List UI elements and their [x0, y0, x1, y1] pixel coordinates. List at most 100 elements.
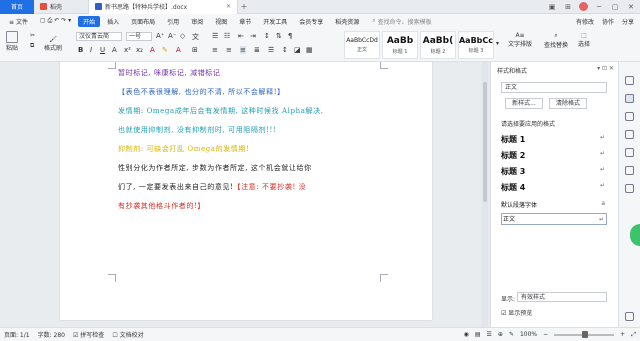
sidebar-transfer-icon[interactable] [625, 166, 634, 175]
document-page[interactable]: 暂时标记, 咪康标记, 减错标记 【表色不表很理解, 也分的不清, 所以不会解释… [60, 62, 432, 320]
collaborate-button[interactable]: 协作 [602, 17, 614, 26]
style-item-heading-4[interactable]: 标题 4 ↵ [501, 182, 607, 193]
style-item-body[interactable]: 正文 ↵ [501, 213, 607, 225]
tab-docer[interactable]: 稻壳 [34, 0, 88, 14]
word-count[interactable]: 字数: 280 [38, 330, 65, 339]
panel-controls[interactable]: ▾ ⊡ ✕ [597, 65, 614, 72]
minimize-icon[interactable]: ─ [594, 3, 604, 11]
font-color-icon[interactable]: A [150, 46, 155, 54]
outline-view-icon[interactable]: ☰ [487, 331, 492, 338]
sidebar-location-icon[interactable] [625, 184, 634, 193]
tab-document[interactable]: 新书思路【特种兵学校】.docx ✕ [88, 0, 238, 14]
menu-item-insert[interactable]: 插入 [102, 16, 124, 27]
style-heading-3[interactable]: AaBbCc 标题 3 [458, 31, 494, 59]
sidebar-tool-1-icon[interactable] [625, 76, 634, 85]
style-item-heading-1[interactable]: 标题 1 ↵ [501, 134, 607, 145]
avatar[interactable] [579, 2, 588, 11]
zoom-in-icon[interactable]: + [620, 331, 625, 338]
grow-font-icon[interactable]: A⁺ [156, 32, 164, 40]
eye-icon[interactable]: ◉ [464, 331, 469, 338]
distribute-icon[interactable]: ☰ [268, 46, 274, 54]
doc-proof[interactable]: ☐ 文档校对 [112, 330, 143, 339]
pinyin-icon[interactable]: 文 [192, 32, 199, 42]
style-item-heading-3[interactable]: 标题 3 ↵ [501, 166, 607, 177]
menu-item-devtools[interactable]: 开发工具 [258, 16, 292, 27]
tab-home[interactable]: 首页 [0, 0, 34, 14]
select-button[interactable]: ⬚ 选择 [578, 32, 590, 48]
sidebar-properties-icon[interactable] [625, 130, 634, 139]
page-view-icon[interactable]: ▤ [475, 331, 481, 338]
menu-item-start[interactable]: 开始 [78, 15, 101, 27]
menu-item-review[interactable]: 审阅 [186, 16, 208, 27]
sidebar-style-icon[interactable] [625, 94, 634, 103]
sidebar-shapes-icon[interactable] [625, 148, 634, 157]
align-right-icon[interactable]: ≡ [240, 46, 246, 54]
menu-item-member[interactable]: 会员专享 [294, 16, 328, 27]
align-left-icon[interactable]: ≡ [212, 46, 218, 54]
find-replace-button[interactable]: ⌕ 查找替换 [544, 32, 568, 49]
outdent-icon[interactable]: ⇤ [238, 32, 244, 40]
menu-file[interactable]: ≡ 文件 [4, 16, 33, 27]
menu-item-view[interactable]: 视图 [210, 16, 232, 27]
style-normal[interactable]: AaBbCcDd 正文 [344, 31, 380, 59]
borders-icon[interactable]: ▦ [306, 46, 313, 54]
underline-icon[interactable]: U [100, 46, 105, 54]
copy-button[interactable]: ⧉ [30, 42, 34, 50]
sidebar-settings-icon[interactable] [625, 312, 634, 321]
cut-button[interactable]: ✂ [30, 32, 35, 39]
font-size-select[interactable]: 一号 [126, 32, 152, 41]
menu-item-reference[interactable]: 引用 [162, 16, 184, 27]
text-layout-button[interactable]: A≡ 文字排版 [508, 32, 532, 48]
border-icon[interactable]: ⊞ [192, 46, 198, 54]
preview-checkbox[interactable]: ☑ 显示预览 [501, 308, 532, 317]
justify-icon[interactable]: ≣ [254, 46, 260, 54]
style-item-heading-2[interactable]: 标题 2 ↵ [501, 150, 607, 161]
modified-status[interactable]: 有修改 [576, 17, 594, 26]
bold-icon[interactable]: B [78, 46, 83, 54]
spell-check[interactable]: ☑ 拼写检查 [73, 330, 104, 339]
read-view-icon[interactable]: ✎ [509, 331, 514, 338]
font-family-select[interactable]: 汉仪青云简 [76, 32, 122, 41]
window-close-icon[interactable]: ✕ [626, 3, 636, 11]
zoom-slider[interactable] [554, 330, 615, 338]
format-painter-button[interactable]: 🖌 格式刷 [44, 36, 62, 52]
share-button[interactable]: 分享 [622, 17, 634, 26]
bullet-list-icon[interactable]: ☰ [212, 32, 218, 40]
align-center-icon[interactable]: ≡ [226, 46, 232, 54]
current-style-field[interactable]: 正文 [501, 82, 607, 93]
show-select[interactable]: 有效样式 [517, 292, 607, 302]
grid-icon[interactable]: ⊞ [563, 3, 573, 11]
command-search[interactable]: ⌕ 查找命令、搜索模板 [372, 17, 431, 26]
subscript-icon[interactable]: x₂ [136, 46, 143, 54]
indent-icon[interactable]: ⇥ [250, 32, 256, 40]
highlight-icon[interactable]: ✎ [162, 46, 168, 54]
web-view-icon[interactable]: ⊕ [498, 331, 503, 338]
doc-scroll-thumb[interactable] [483, 82, 487, 202]
show-marks-icon[interactable]: ¶ [288, 32, 292, 40]
zoom-level[interactable]: 100% [520, 331, 537, 338]
zoom-slider-knob[interactable] [582, 330, 589, 338]
menu-item-docer[interactable]: 稻壳资源 [330, 16, 364, 27]
line-spacing-icon[interactable]: ↕ [282, 46, 288, 54]
clear-format-button[interactable]: 清除格式 [549, 98, 587, 109]
maximize-icon[interactable]: ▢ [610, 3, 620, 11]
sort-icon[interactable]: ⇅ [276, 32, 282, 40]
style-heading-1[interactable]: AaBb 标题 1 [382, 31, 418, 59]
styles-more-icon[interactable]: ▾ [496, 40, 499, 47]
text-effect-icon[interactable]: A [176, 46, 181, 54]
italic-icon[interactable]: I [90, 46, 92, 54]
quick-access-icons[interactable]: ▢ ⎙ ↶ ↷ ▾ [35, 16, 76, 26]
style-heading-2[interactable]: AaBb( 标题 2 [420, 31, 456, 59]
new-style-button[interactable]: 新样式... [505, 98, 543, 109]
layout-icon[interactable]: ▣ [547, 3, 557, 11]
sidebar-select-icon[interactable] [625, 112, 634, 121]
numbered-list-icon[interactable]: ☷ [224, 32, 230, 40]
zoom-out-icon[interactable]: − [543, 331, 548, 338]
strike-icon[interactable]: A [112, 46, 117, 54]
fit-window-icon[interactable]: ⤢ [631, 331, 636, 339]
close-icon[interactable]: ✕ [226, 3, 231, 10]
superscript-icon[interactable]: x² [124, 46, 131, 54]
clear-format-icon[interactable]: ◇ [180, 32, 185, 40]
menu-item-chapter[interactable]: 章节 [234, 16, 256, 27]
chinese-layout-icon[interactable]: ↕ [264, 32, 270, 40]
